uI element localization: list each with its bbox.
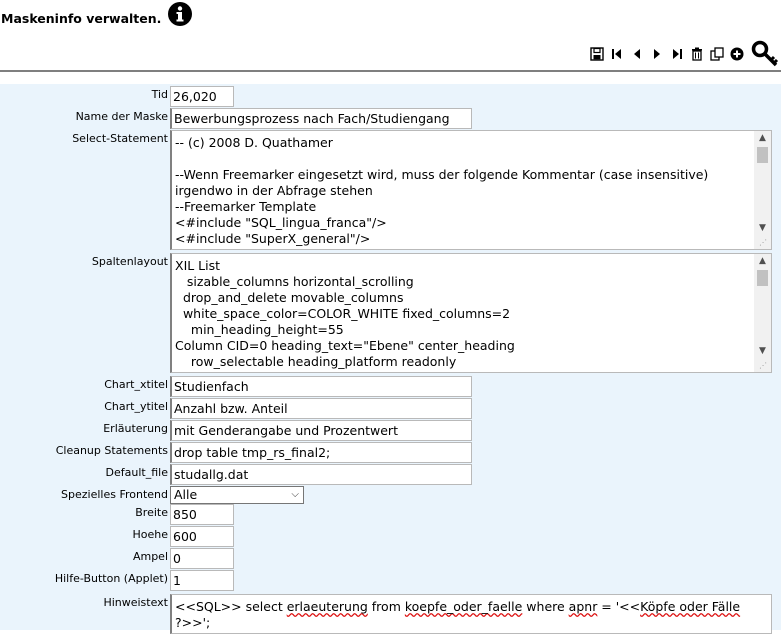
hinweis-text-part: ?>>'; — [175, 615, 211, 630]
select-statement-scrollbar[interactable]: ▲ ▼ — [754, 131, 771, 249]
hoehe-label: Hoehe — [132, 528, 168, 541]
cleanup-label: Cleanup Statements — [55, 444, 168, 457]
divider — [0, 70, 781, 72]
frontend-select[interactable]: Alle ⌵ — [170, 486, 304, 504]
erlaeuterung-field[interactable]: mit Genderangabe und Prozentwert — [170, 420, 472, 441]
spellcheck-word: apnr — [568, 599, 598, 614]
next-record-icon[interactable] — [649, 46, 665, 62]
ampel-label: Ampel — [132, 550, 168, 563]
delete-icon[interactable] — [689, 46, 705, 62]
select-statement-text: -- (c) 2008 D. Quathamer --Wenn Freemark… — [175, 135, 709, 246]
hinweis-text-part: = '<< — [597, 599, 641, 614]
scroll-thumb[interactable] — [757, 147, 768, 163]
add-icon[interactable] — [729, 46, 745, 62]
spaltenlayout-textarea[interactable]: XIL List sizable_columns horizontal_scro… — [170, 253, 772, 373]
chevron-down-icon: ⌵ — [291, 489, 299, 500]
spaltenlayout-scrollbar[interactable]: ▲ ▼ — [754, 254, 771, 372]
chart-ytitel-field[interactable]: Anzahl bzw. Anteil — [170, 398, 472, 419]
hinweistext-textarea[interactable]: <<SQL>> select erlaeuterung from koepfe_… — [170, 594, 772, 634]
resize-grip-icon[interactable]: ⋰ — [759, 238, 769, 248]
chart-ytitel-label: Chart_ytitel — [104, 400, 168, 413]
info-icon[interactable] — [167, 1, 193, 27]
hinweis-text-part: <<SQL>> select — [175, 599, 287, 614]
scroll-down-icon[interactable]: ▼ — [754, 221, 771, 235]
spellcheck-word: Köpfe oder Fälle — [640, 599, 741, 614]
record-toolbar — [585, 40, 781, 67]
ampel-field[interactable]: 0 — [170, 548, 234, 569]
spellcheck-word: erlaeuterung — [286, 599, 368, 614]
save-icon[interactable] — [589, 46, 605, 62]
previous-record-icon[interactable] — [629, 46, 645, 62]
tid-label: Tid — [151, 88, 168, 101]
scroll-thumb[interactable] — [757, 270, 768, 286]
breite-field[interactable]: 850 — [170, 504, 234, 525]
hinweistext-label: Hinweistext — [103, 596, 168, 609]
spaltenlayout-text: XIL List sizable_columns horizontal_scro… — [175, 258, 515, 369]
select-statement-textarea[interactable]: -- (c) 2008 D. Quathamer --Wenn Freemark… — [170, 130, 772, 250]
hinweis-text-part: from — [367, 599, 405, 614]
last-record-icon[interactable] — [669, 46, 685, 62]
hinweis-text-part: where — [522, 599, 569, 614]
scroll-down-icon[interactable]: ▼ — [754, 344, 771, 358]
hoehe-field[interactable]: 600 — [170, 526, 234, 547]
chart-xtitel-label: Chart_xtitel — [104, 378, 168, 391]
name-label: Name der Maske — [75, 110, 168, 123]
tid-field[interactable]: 26,020 — [170, 86, 234, 107]
frontend-label: Spezielles Frontend — [61, 488, 168, 501]
hinweistext-text: <<SQL>> select erlaeuterung from koepfe_… — [175, 599, 751, 631]
key-icon[interactable] — [751, 40, 779, 68]
scroll-up-icon[interactable]: ▲ — [754, 254, 771, 268]
breite-label: Breite — [135, 506, 168, 519]
title-bar: Maskeninfo verwalten. — [0, 0, 781, 40]
hilfe-button-field[interactable]: 1 — [170, 570, 234, 591]
erlaeuterung-label: Erläuterung — [103, 422, 168, 435]
default-file-field[interactable]: studallg.dat — [170, 464, 472, 485]
cleanup-field[interactable]: drop table tmp_rs_final2; — [170, 442, 472, 463]
page-title: Maskeninfo verwalten. — [1, 11, 162, 26]
scroll-up-icon[interactable]: ▲ — [754, 131, 771, 145]
frontend-selected-value: Alle — [174, 487, 198, 502]
default-file-label: Default_file — [105, 466, 168, 479]
hilfe-button-label: Hilfe-Button (Applet) — [54, 572, 168, 585]
first-record-icon[interactable] — [609, 46, 625, 62]
spellcheck-word: koepfe_oder_faelle — [404, 599, 523, 614]
copy-icon[interactable] — [709, 46, 725, 62]
spaltenlayout-label: Spaltenlayout — [91, 255, 168, 268]
chart-xtitel-field[interactable]: Studienfach — [170, 376, 472, 397]
select-statement-label: Select-Statement — [72, 132, 168, 145]
resize-grip-icon[interactable]: ⋰ — [759, 361, 769, 371]
name-field[interactable]: Bewerbungsprozess nach Fach/Studiengang — [170, 108, 472, 129]
